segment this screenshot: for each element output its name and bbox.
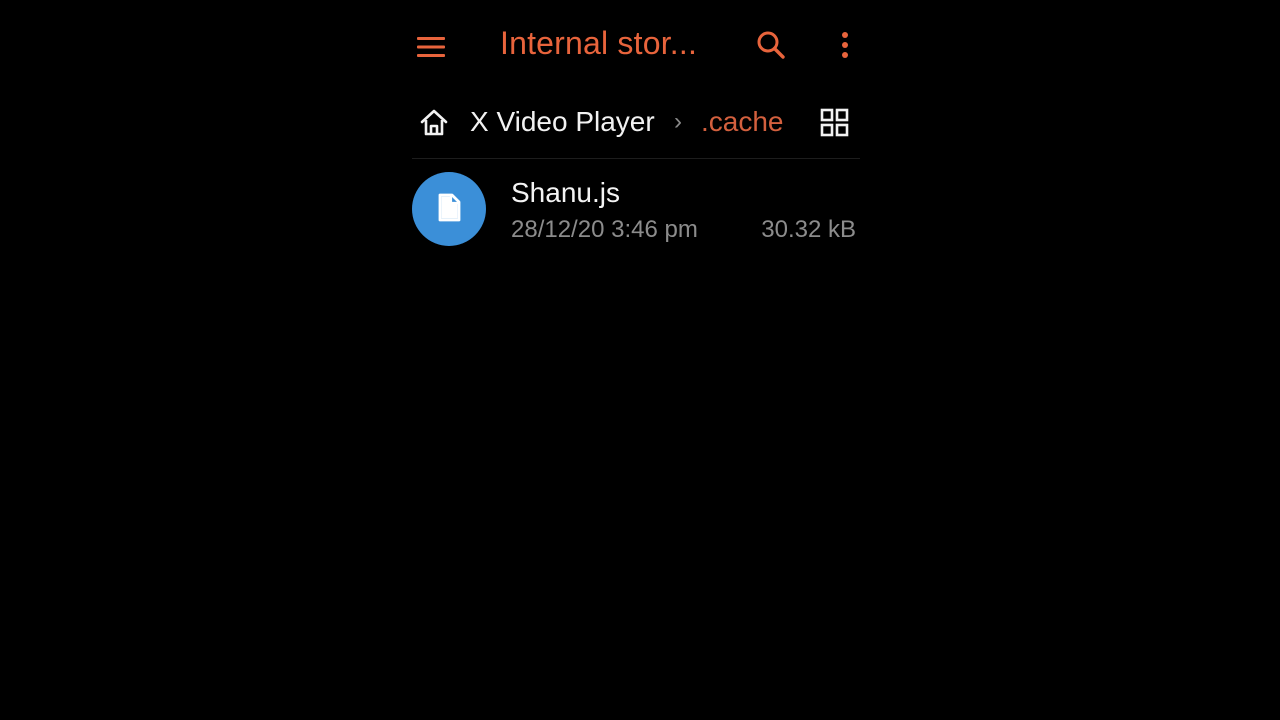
file-size: 30.32 kB	[761, 216, 856, 243]
view-toggle-button[interactable]	[818, 106, 852, 140]
file-manager-screen: Internal stor... X Video Player › .cache…	[0, 0, 1280, 720]
breadcrumb-item-x-video-player[interactable]: X Video Player	[470, 106, 655, 138]
hamburger-menu-icon	[417, 37, 445, 57]
menu-button[interactable]	[412, 28, 450, 64]
file-name: Shanu.js	[511, 177, 620, 208]
home-button[interactable]	[418, 107, 450, 139]
more-options-button[interactable]	[830, 26, 860, 66]
grid-view-icon	[820, 108, 849, 137]
file-icon	[438, 193, 461, 222]
breadcrumb: X Video Player › .cache	[412, 96, 860, 159]
home-icon	[420, 109, 448, 136]
chevron-right-icon: ›	[674, 108, 682, 135]
toolbar-title: Internal stor...	[500, 25, 698, 61]
search-button[interactable]	[752, 26, 792, 66]
file-modified-date: 28/12/20 3:46 pm	[511, 216, 698, 243]
file-type-avatar	[412, 172, 486, 246]
more-vertical-icon	[842, 32, 848, 58]
search-icon	[757, 31, 785, 59]
top-toolbar: Internal stor...	[412, 18, 862, 74]
file-list-item[interactable]: Shanu.js 28/12/20 3:46 pm 30.32 kB	[412, 170, 860, 248]
breadcrumb-item-cache[interactable]: .cache	[701, 106, 784, 138]
